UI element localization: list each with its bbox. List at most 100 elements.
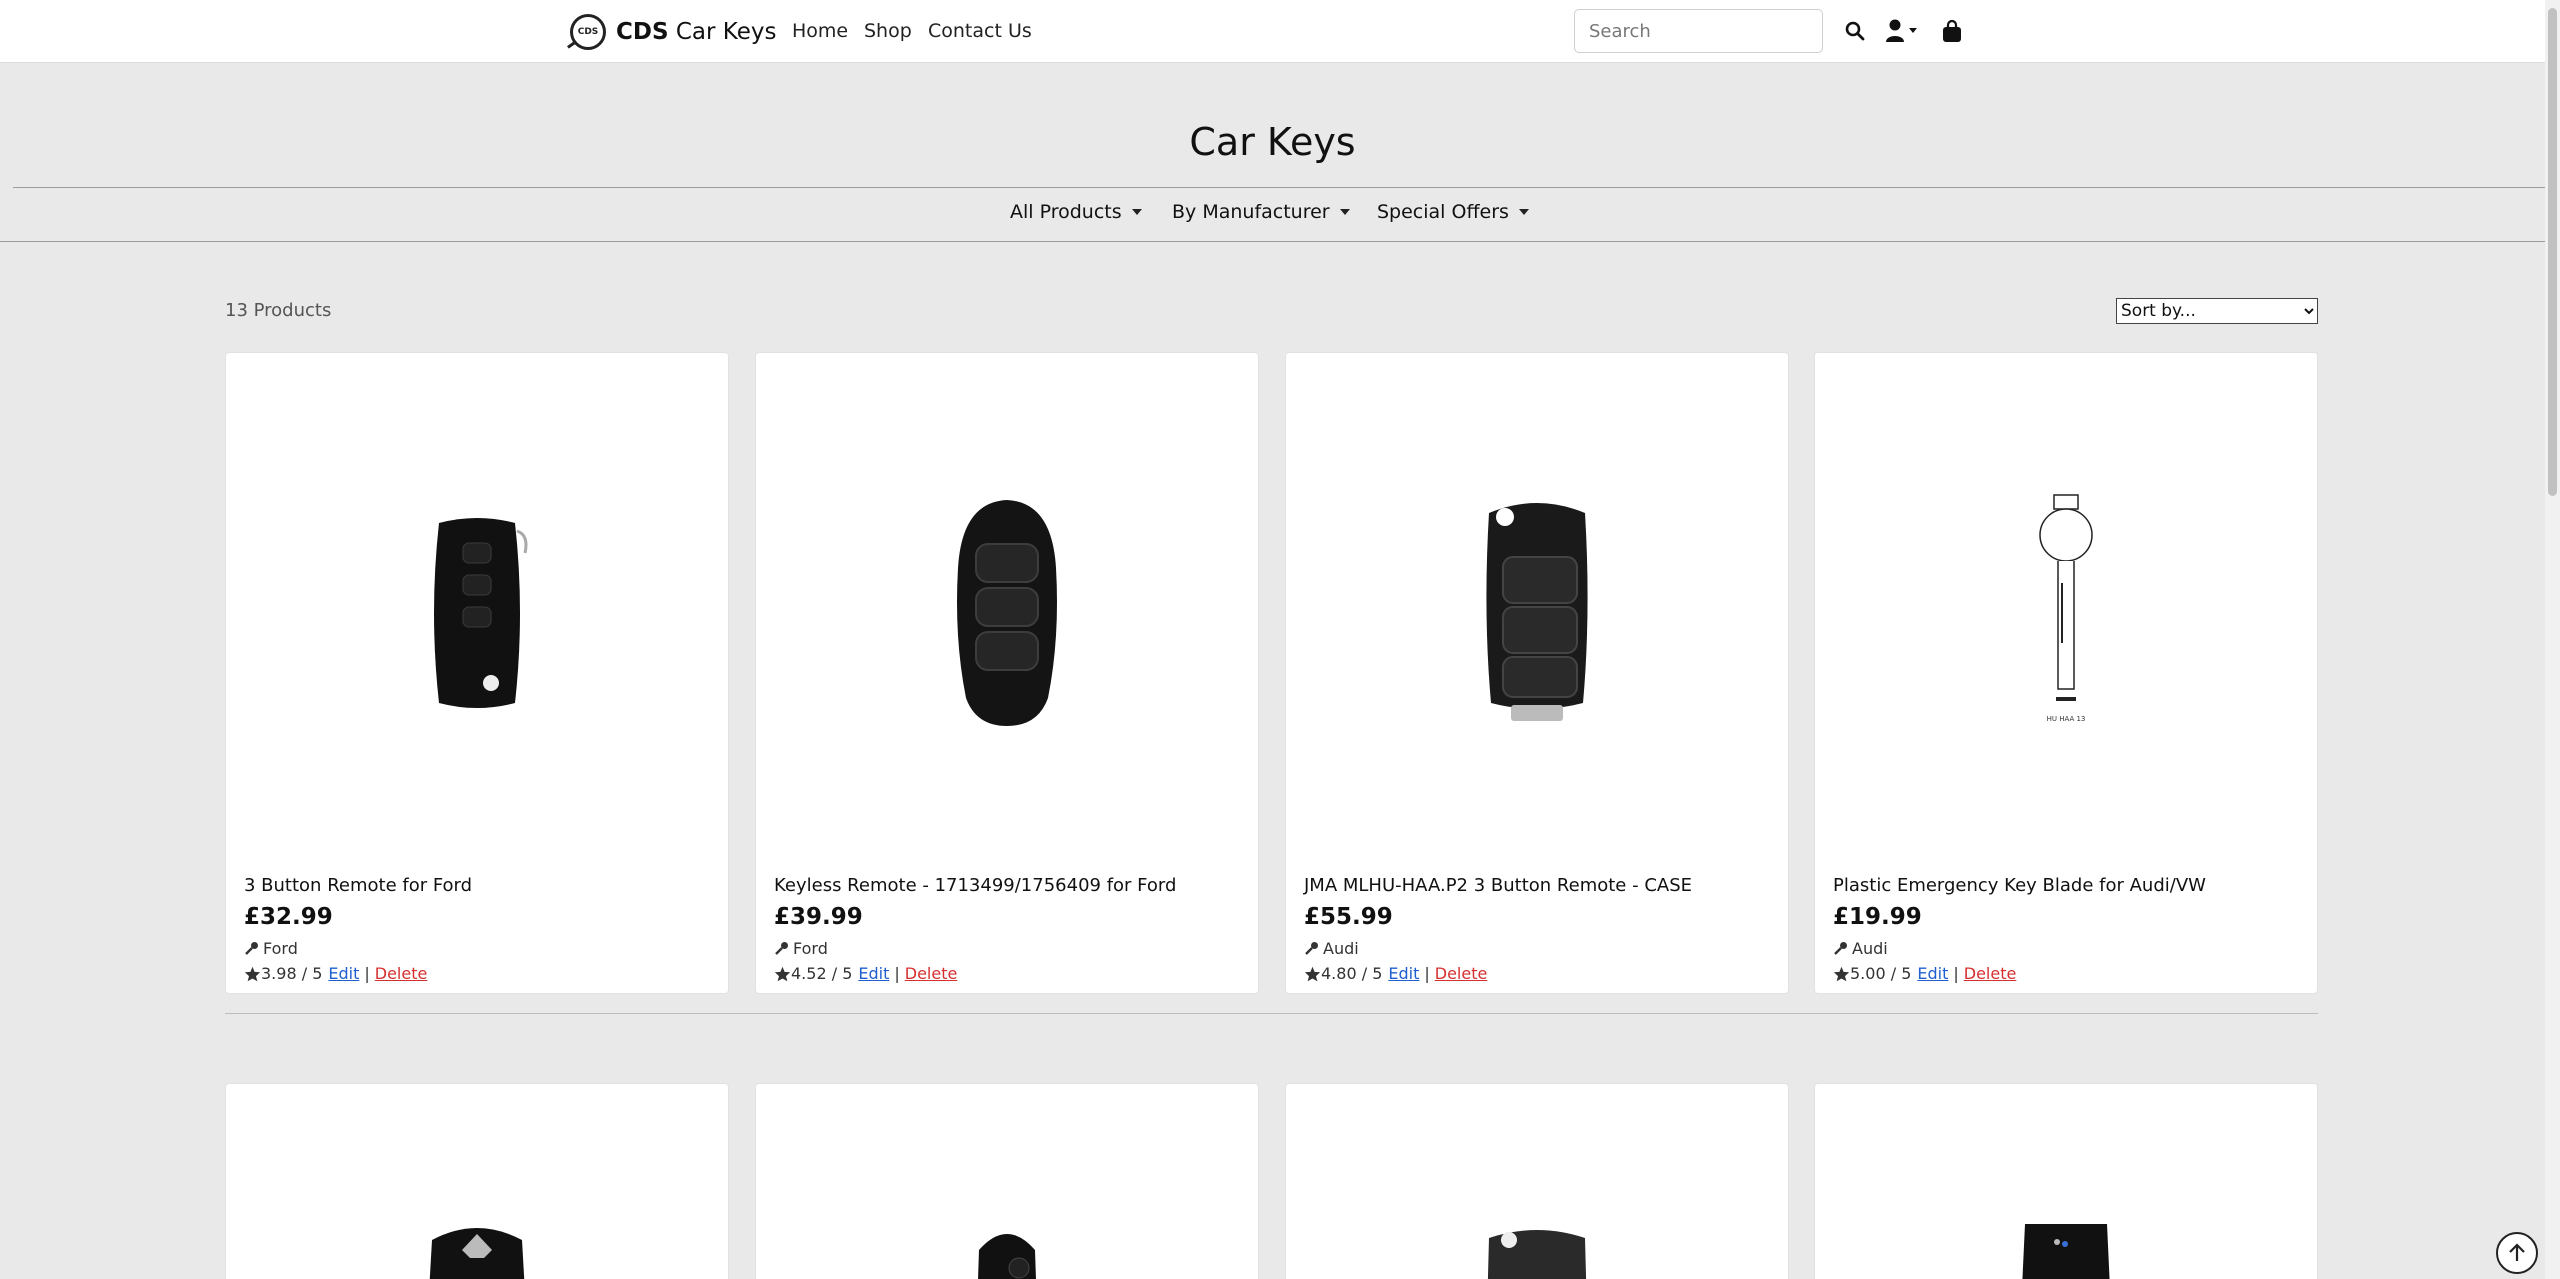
product-price: £39.99 — [774, 904, 863, 930]
chevron-down-icon — [1131, 209, 1142, 215]
product-manufacturer: Ford — [774, 939, 828, 958]
star-icon — [774, 966, 791, 981]
product-card[interactable]: 3 Button Remote for Ford £32.99 Ford 3.9… — [225, 352, 729, 994]
product-image[interactable]: HU HAA 13 — [1815, 353, 2317, 873]
product-rating-row: 5.00 / 5 Edit | Delete — [1833, 964, 2016, 983]
product-price: £19.99 — [1833, 904, 1922, 930]
product-name[interactable]: 3 Button Remote for Ford — [244, 875, 472, 896]
nav-home[interactable]: Home — [792, 20, 848, 42]
shopping-bag-icon — [1943, 19, 1961, 42]
star-icon — [244, 966, 261, 981]
by-manufacturer-dropdown[interactable]: By Manufacturer — [1172, 201, 1350, 223]
separator: | — [1424, 964, 1430, 983]
manufacturer-label: Ford — [793, 939, 828, 958]
key-icon — [245, 942, 258, 955]
page-scrollbar[interactable] — [2545, 0, 2560, 1279]
flip-remote-key-icon — [1486, 503, 1588, 721]
sort-select[interactable]: Sort by... — [2116, 298, 2318, 324]
all-products-label: All Products — [1010, 201, 1122, 223]
product-image[interactable] — [756, 1084, 1258, 1279]
special-offers-dropdown[interactable]: Special Offers — [1377, 201, 1529, 223]
back-to-top-button[interactable] — [2496, 1232, 2538, 1274]
product-rating-row: 4.52 / 5 Edit | Delete — [774, 964, 957, 983]
product-price: £32.99 — [244, 904, 333, 930]
delete-link[interactable]: Delete — [375, 964, 428, 983]
by-manufacturer-label: By Manufacturer — [1172, 201, 1330, 223]
delete-link[interactable]: Delete — [1435, 964, 1488, 983]
product-name[interactable]: Plastic Emergency Key Blade for Audi/VW — [1833, 875, 2206, 896]
separator: | — [894, 964, 900, 983]
rating-value: 5.00 / 5 — [1850, 964, 1912, 983]
rating-value: 4.52 / 5 — [791, 964, 853, 983]
product-image[interactable] — [226, 353, 728, 873]
page-title: Car Keys — [1189, 120, 1356, 164]
manufacturer-label: Audi — [1323, 939, 1359, 958]
chevron-down-icon — [1518, 209, 1529, 215]
rating-value: 4.80 / 5 — [1321, 964, 1383, 983]
product-card[interactable] — [1285, 1083, 1789, 1279]
product-name[interactable]: JMA MLHU-HAA.P2 3 Button Remote - CASE — [1304, 875, 1692, 896]
top-navbar: CDS CDS Car Keys Home Shop Contact Us — [0, 0, 2545, 63]
product-card[interactable]: JMA MLHU-HAA.P2 3 Button Remote - CASE £… — [1285, 352, 1789, 994]
edit-link[interactable]: Edit — [1917, 964, 1948, 983]
account-dropdown[interactable] — [1882, 16, 1922, 46]
product-image[interactable] — [1286, 353, 1788, 873]
product-card[interactable] — [225, 1083, 729, 1279]
arrow-up-icon — [2509, 1243, 2525, 1261]
user-icon — [1886, 19, 1917, 42]
product-image[interactable] — [226, 1084, 728, 1279]
title-divider — [13, 187, 2545, 188]
product-card[interactable] — [1814, 1083, 2318, 1279]
keyless-remote-key-icon — [957, 500, 1057, 726]
special-offers-label: Special Offers — [1377, 201, 1509, 223]
product-rating-row: 4.80 / 5 Edit | Delete — [1304, 964, 1487, 983]
cart-button[interactable] — [1937, 16, 1967, 46]
edit-link[interactable]: Edit — [858, 964, 889, 983]
separator: | — [1953, 964, 1959, 983]
search-button[interactable] — [1840, 16, 1870, 46]
search-input[interactable] — [1574, 9, 1823, 53]
product-manufacturer: Ford — [244, 939, 298, 958]
row-divider — [225, 1013, 2318, 1014]
ford-remote-key-icon — [434, 518, 528, 708]
product-name[interactable]: Keyless Remote - 1713499/1756409 for For… — [774, 875, 1176, 896]
product-card[interactable] — [755, 1083, 1259, 1279]
manufacturer-label: Ford — [263, 939, 298, 958]
car-key-logo-icon: CDS — [570, 14, 606, 50]
blade-code-text: HU HAA 13 — [2047, 715, 2086, 723]
key-icon — [775, 942, 788, 955]
nav-contact-us[interactable]: Contact Us — [928, 20, 1032, 42]
product-card[interactable]: Keyless Remote - 1713499/1756409 for For… — [755, 352, 1259, 994]
all-products-dropdown[interactable]: All Products — [1010, 201, 1142, 223]
product-manufacturer: Audi — [1833, 939, 1888, 958]
product-image[interactable] — [756, 353, 1258, 873]
smart-key-icon — [429, 1228, 525, 1279]
edit-link[interactable]: Edit — [1388, 964, 1419, 983]
key-icon — [1834, 942, 1847, 955]
product-image[interactable] — [1286, 1084, 1788, 1279]
product-price: £55.99 — [1304, 904, 1393, 930]
product-manufacturer: Audi — [1304, 939, 1359, 958]
delete-link[interactable]: Delete — [905, 964, 958, 983]
edit-link[interactable]: Edit — [328, 964, 359, 983]
category-nav-divider — [0, 241, 2545, 242]
nav-shop[interactable]: Shop — [864, 20, 912, 42]
search-icon — [1845, 21, 1865, 41]
brand-name: CDS Car Keys — [616, 19, 777, 45]
flip-remote-key-icon — [1487, 1230, 1587, 1279]
key-blade-icon: HU HAA 13 — [2039, 494, 2093, 723]
product-image[interactable] — [1815, 1084, 2317, 1279]
delete-link[interactable]: Delete — [1964, 964, 2017, 983]
remote-fob-icon — [978, 1230, 1036, 1279]
key-icon — [1305, 942, 1318, 955]
separator: | — [364, 964, 370, 983]
product-rating-row: 3.98 / 5 Edit | Delete — [244, 964, 427, 983]
product-count: 13 Products — [225, 300, 332, 321]
chevron-down-icon — [1339, 209, 1350, 215]
scrollbar-thumb[interactable] — [2548, 8, 2557, 496]
rating-value: 3.98 / 5 — [261, 964, 323, 983]
key-case-icon — [2022, 1224, 2110, 1279]
product-card[interactable]: HU HAA 13 Plastic Emergency Key Blade fo… — [1814, 352, 2318, 994]
brand-logo-link[interactable]: CDS CDS Car Keys — [570, 14, 776, 50]
star-icon — [1304, 966, 1321, 981]
